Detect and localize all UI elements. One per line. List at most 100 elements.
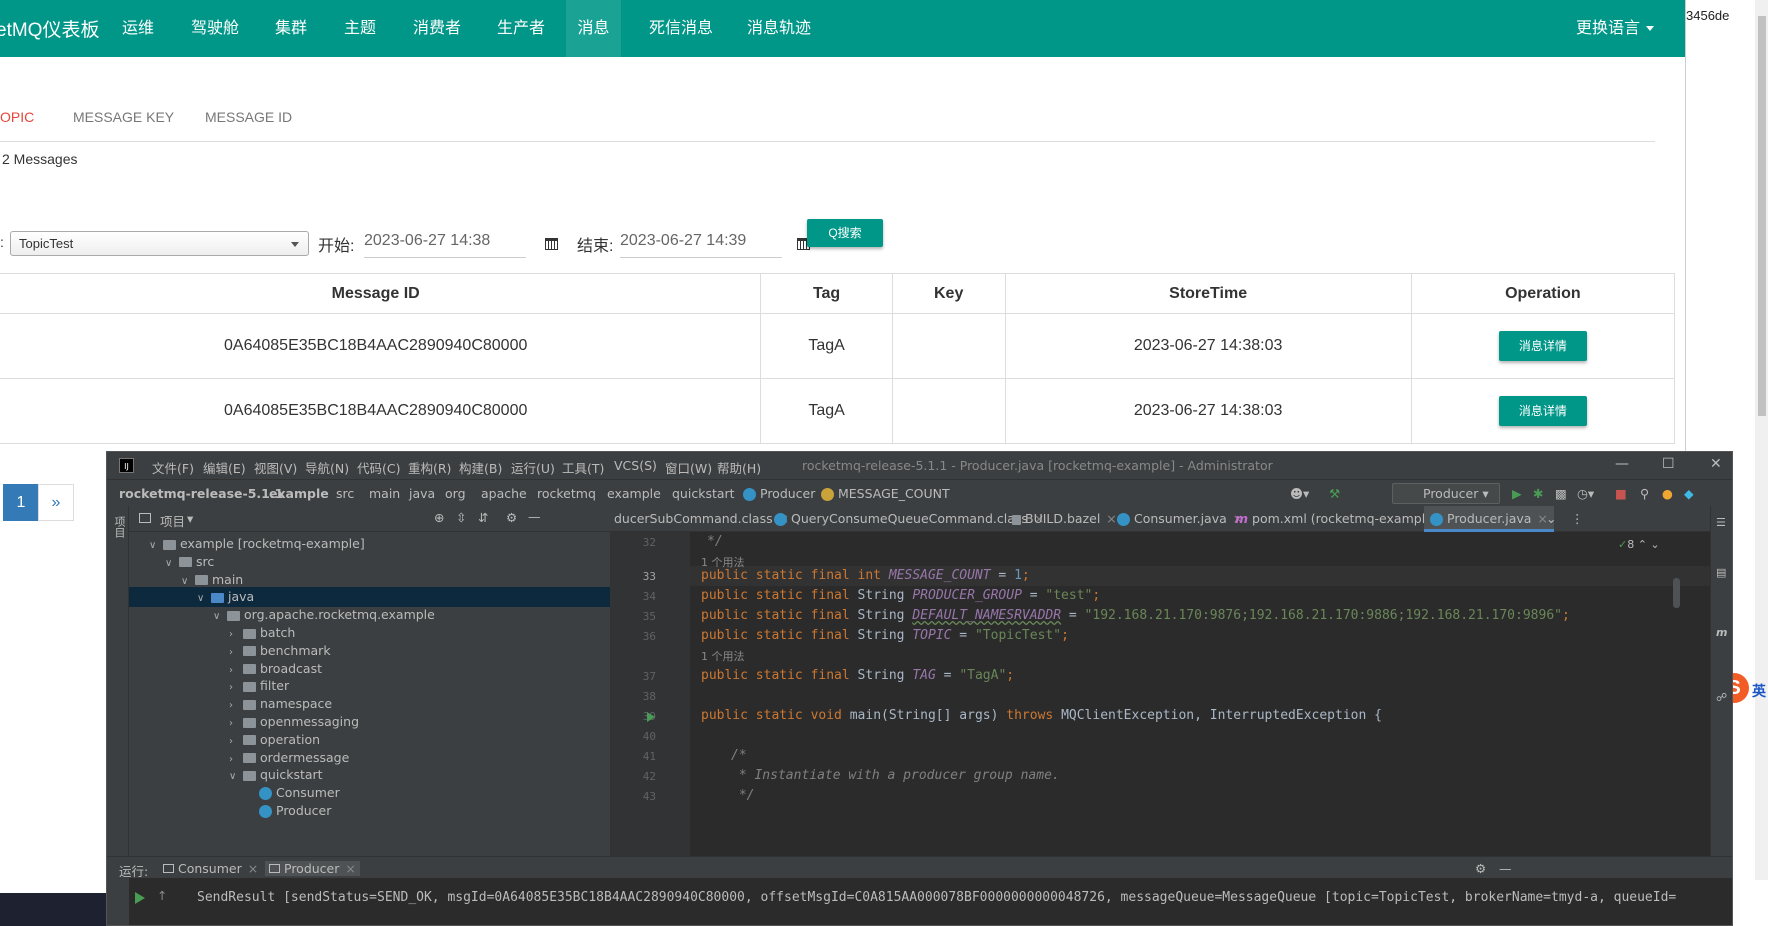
language-dropdown[interactable]: 更换语言 [1576, 14, 1655, 38]
gear-icon[interactable]: ⚙ [1475, 861, 1486, 876]
menu-vcs[interactable]: VCS(S) [614, 458, 657, 473]
menu-code[interactable]: 代码(C) [357, 458, 400, 477]
bc-apache[interactable]: apache [481, 486, 527, 501]
hide-icon[interactable]: — [528, 509, 541, 524]
calendar-icon[interactable] [545, 238, 558, 250]
menu-run[interactable]: 运行(U) [511, 458, 555, 477]
bc-project[interactable]: rocketmq-release-5.1.1 [119, 486, 283, 501]
notifications-icon[interactable]: ☰ [1716, 516, 1726, 529]
user-icon[interactable]: ☻▾ [1290, 486, 1309, 501]
nav-dlq-message[interactable]: 死信消息 [649, 0, 713, 57]
nav-message-trace[interactable]: 消息轨迹 [747, 0, 811, 57]
coverage-icon[interactable]: ▩ [1555, 486, 1567, 501]
database-icon[interactable]: ▤ [1716, 566, 1726, 579]
run-gutter-icon[interactable] [647, 712, 655, 722]
bc-org[interactable]: org [445, 486, 466, 501]
brand-title[interactable]: etMQ仪表板 [0, 15, 99, 42]
debug-icon[interactable]: ✱ [1533, 486, 1543, 501]
expand-all-icon[interactable]: ⇳ [456, 510, 466, 525]
ime-mode-label[interactable]: 英 [1752, 681, 1766, 701]
minimize-icon[interactable]: — [1615, 456, 1629, 472]
tree-item[interactable]: Producer [129, 801, 610, 821]
bc-rocketmq[interactable]: rocketmq [537, 486, 596, 501]
more-icon[interactable]: ⋮ [1571, 506, 1584, 532]
editor-tab[interactable]: BUILD.bazel × [1008, 506, 1121, 532]
collapse-all-icon[interactable]: ⇵ [478, 510, 488, 525]
page-scrollbar[interactable] [1755, 0, 1768, 880]
package-icon [243, 646, 256, 657]
build-hammer-icon[interactable]: ⚒ [1329, 486, 1340, 501]
stop-icon[interactable]: ■ [1615, 486, 1627, 501]
tab-message-key[interactable]: MESSAGE KEY [73, 109, 174, 125]
search-everywhere-icon[interactable]: ⚲ [1640, 486, 1649, 501]
nav-topic[interactable]: 主题 [344, 0, 376, 57]
chevron-down-icon[interactable]: ▾ [187, 511, 193, 526]
run-tab-consumer[interactable]: Consumer × [163, 861, 258, 876]
nav-consumer[interactable]: 消费者 [413, 0, 461, 57]
maven-icon[interactable]: m [1716, 626, 1727, 639]
bc-java[interactable]: java [409, 486, 435, 501]
plugin-icon[interactable]: ◆ [1684, 486, 1694, 501]
inspection-widget[interactable]: ✓8 ⌃ ⌄ [1618, 538, 1660, 551]
run-icon[interactable]: ▶ [1512, 486, 1522, 501]
menu-tools[interactable]: 工具(T) [562, 458, 604, 477]
hide-icon[interactable]: — [1499, 861, 1512, 876]
topic-select[interactable]: TopicTest [10, 231, 309, 256]
tabs-dropdown-icon[interactable]: ⌄ [1546, 506, 1556, 532]
update-icon[interactable]: ● [1662, 486, 1673, 501]
search-button[interactable]: Q搜索 [807, 219, 883, 247]
message-detail-button[interactable]: 消息详情 [1498, 396, 1587, 426]
project-tool-button[interactable]: 项目 [111, 516, 127, 538]
bc-module[interactable]: example [269, 486, 329, 501]
tab-message-id[interactable]: MESSAGE ID [205, 109, 292, 125]
bc-field[interactable]: MESSAGE_COUNT [821, 486, 950, 501]
gear-icon[interactable]: ⚙ [506, 510, 517, 525]
menu-navigate[interactable]: 导航(N) [305, 458, 349, 477]
message-detail-button[interactable]: 消息详情 [1498, 331, 1587, 361]
editor-tab[interactable]: Consumer.java × [1113, 506, 1247, 532]
menu-refactor[interactable]: 重构(R) [408, 458, 451, 477]
menu-edit[interactable]: 编辑(E) [203, 458, 246, 477]
nav-cockpit[interactable]: 驾驶舱 [191, 0, 239, 57]
run-tab-producer[interactable]: Producer × [265, 861, 360, 876]
nav-cluster[interactable]: 集群 [275, 0, 307, 57]
editor-tab[interactable]: ducerSubCommand.class× [610, 506, 793, 532]
structure-icon[interactable]: ☍ [1716, 691, 1727, 704]
bc-main[interactable]: main [369, 486, 400, 501]
menu-window[interactable]: 窗口(W) [665, 458, 712, 477]
menu-help[interactable]: 帮助(H) [717, 458, 761, 477]
bc-example[interactable]: example [607, 486, 661, 501]
profile-icon[interactable]: ◷▾ [1577, 486, 1594, 501]
nav-message[interactable]: 消息 [566, 0, 621, 57]
start-time-input[interactable]: 2023-06-27 14:38 [364, 226, 526, 258]
nav-producer[interactable]: 生产者 [497, 0, 545, 57]
tab-topic[interactable]: OPIC [0, 109, 34, 125]
editor-tab[interactable]: QueryConsumeQueueCommand.class × [770, 506, 1048, 532]
console-icon [269, 864, 280, 873]
editor-scrollbar[interactable] [1673, 578, 1680, 608]
type: String [857, 608, 913, 623]
menu-build[interactable]: 构建(B) [459, 458, 502, 477]
scrollbar-thumb[interactable] [1758, 16, 1766, 416]
editor-tab-active[interactable]: Producer.java × [1424, 506, 1554, 532]
page-1[interactable]: 1 [3, 484, 39, 521]
maximize-icon[interactable]: ☐ [1662, 456, 1675, 472]
type: String [857, 588, 913, 603]
rerun-icon[interactable] [135, 892, 145, 904]
bc-src[interactable]: src [336, 486, 354, 501]
close-tab-icon[interactable]: × [345, 861, 355, 876]
bc-quickstart[interactable]: quickstart [672, 486, 735, 501]
page-next[interactable]: » [38, 484, 74, 521]
run-config-dropdown[interactable]: Producer ▾ [1392, 483, 1500, 504]
usage-hint[interactable]: 1 个用法 [701, 648, 745, 664]
nav-ops[interactable]: 运维 [122, 0, 154, 57]
scroll-up-icon[interactable]: ↑ [157, 888, 167, 903]
locate-icon[interactable]: ⊕ [434, 510, 444, 525]
project-panel-title[interactable]: 项目 [160, 511, 185, 530]
close-icon[interactable]: ✕ [1710, 456, 1722, 472]
bc-producer[interactable]: Producer [743, 486, 815, 501]
menu-file[interactable]: 文件(F) [152, 458, 194, 477]
menu-view[interactable]: 视图(V) [254, 458, 297, 477]
end-time-input[interactable]: 2023-06-27 14:39 [620, 226, 782, 258]
close-tab-icon[interactable]: × [248, 861, 258, 876]
